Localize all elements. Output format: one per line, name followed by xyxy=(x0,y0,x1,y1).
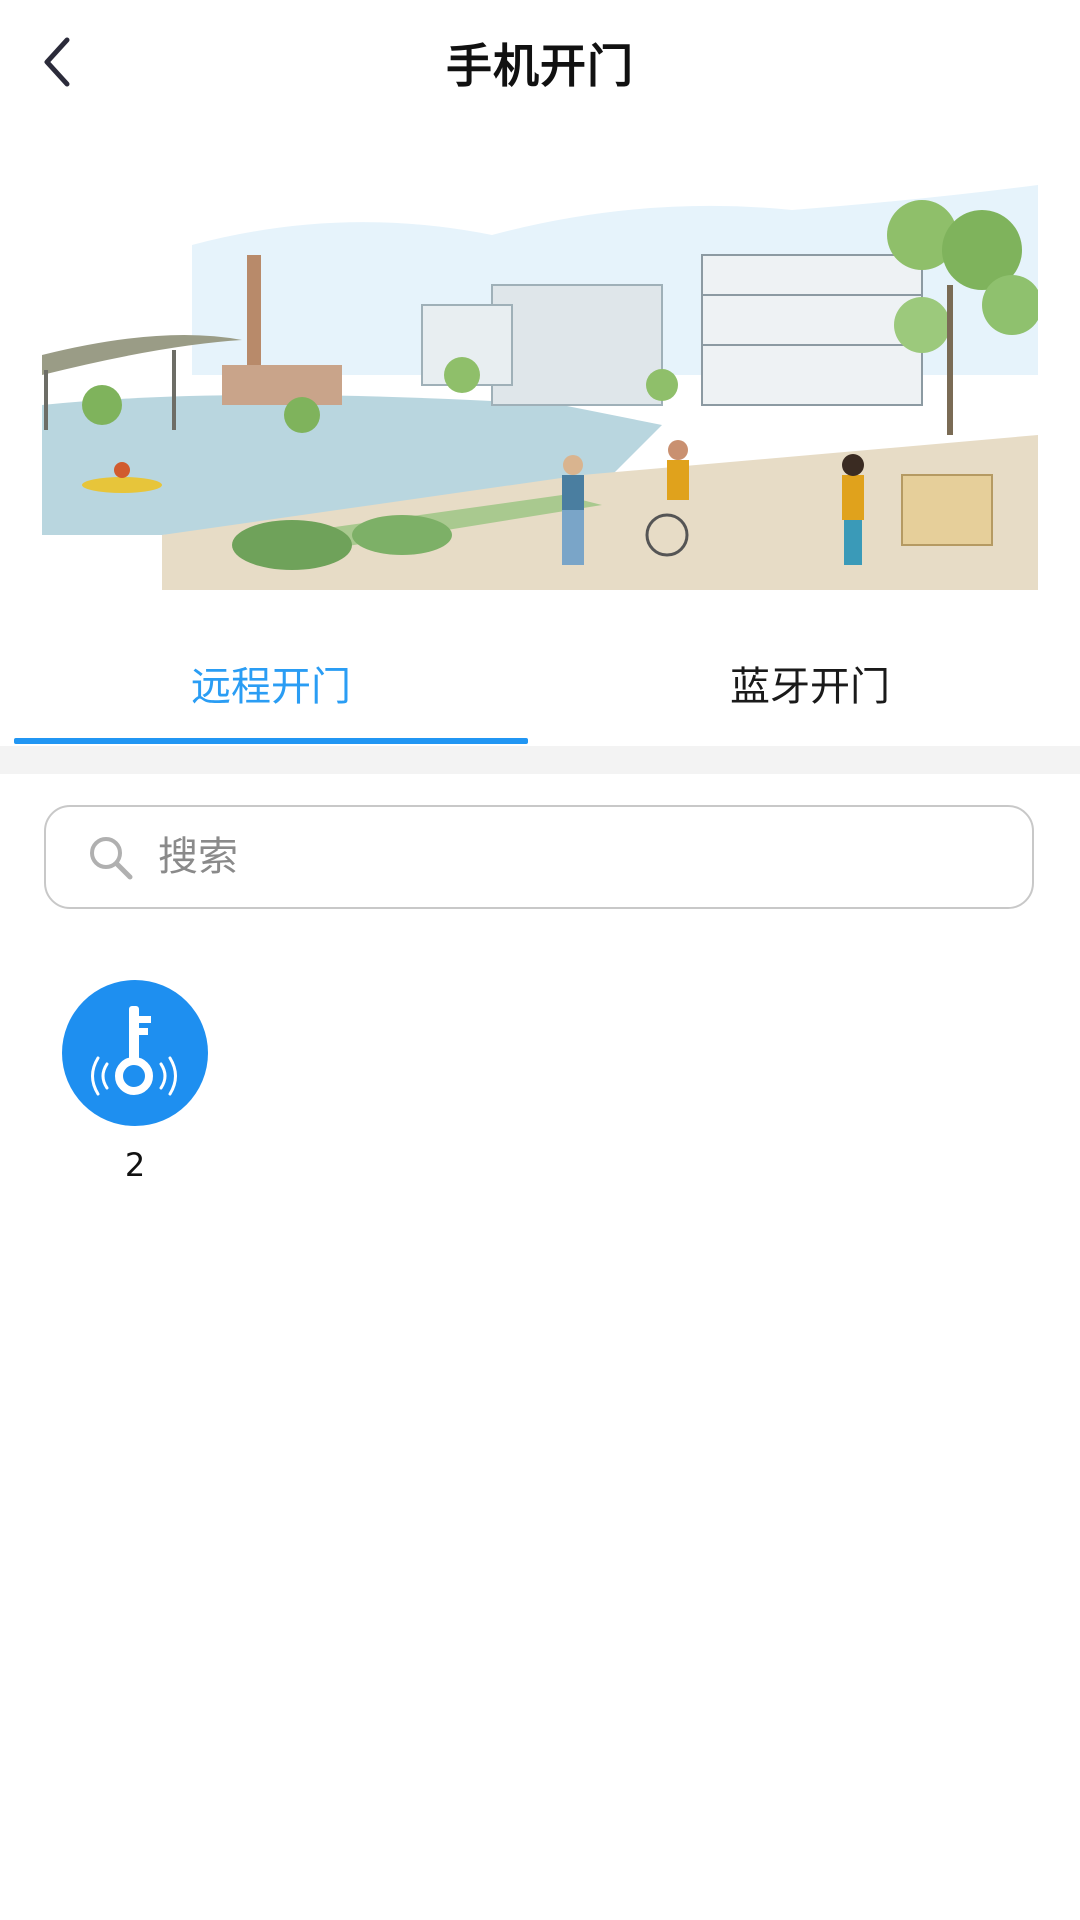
section-divider xyxy=(0,746,1080,774)
key-signal-icon xyxy=(91,1006,177,1096)
page-title: 手机开门 xyxy=(446,39,634,93)
door-label: 2 xyxy=(124,1146,146,1184)
city-waterfront-illustration xyxy=(42,185,1038,590)
tab-bluetooth-unlock[interactable]: 蓝牙开门 xyxy=(540,620,1080,745)
tab-remote-unlock[interactable]: 远程开门 xyxy=(14,620,528,745)
search-icon xyxy=(84,831,136,883)
header: 手机开门 xyxy=(0,0,1080,130)
door-icon-button[interactable] xyxy=(62,980,208,1126)
search-box[interactable] xyxy=(44,805,1034,909)
door-item[interactable]: 2 xyxy=(62,980,208,1184)
tab-bar: 远程开门 蓝牙开门 xyxy=(0,620,1080,745)
active-tab-indicator xyxy=(14,738,528,744)
banner-image[interactable] xyxy=(42,175,1038,590)
search-input[interactable] xyxy=(156,833,980,881)
